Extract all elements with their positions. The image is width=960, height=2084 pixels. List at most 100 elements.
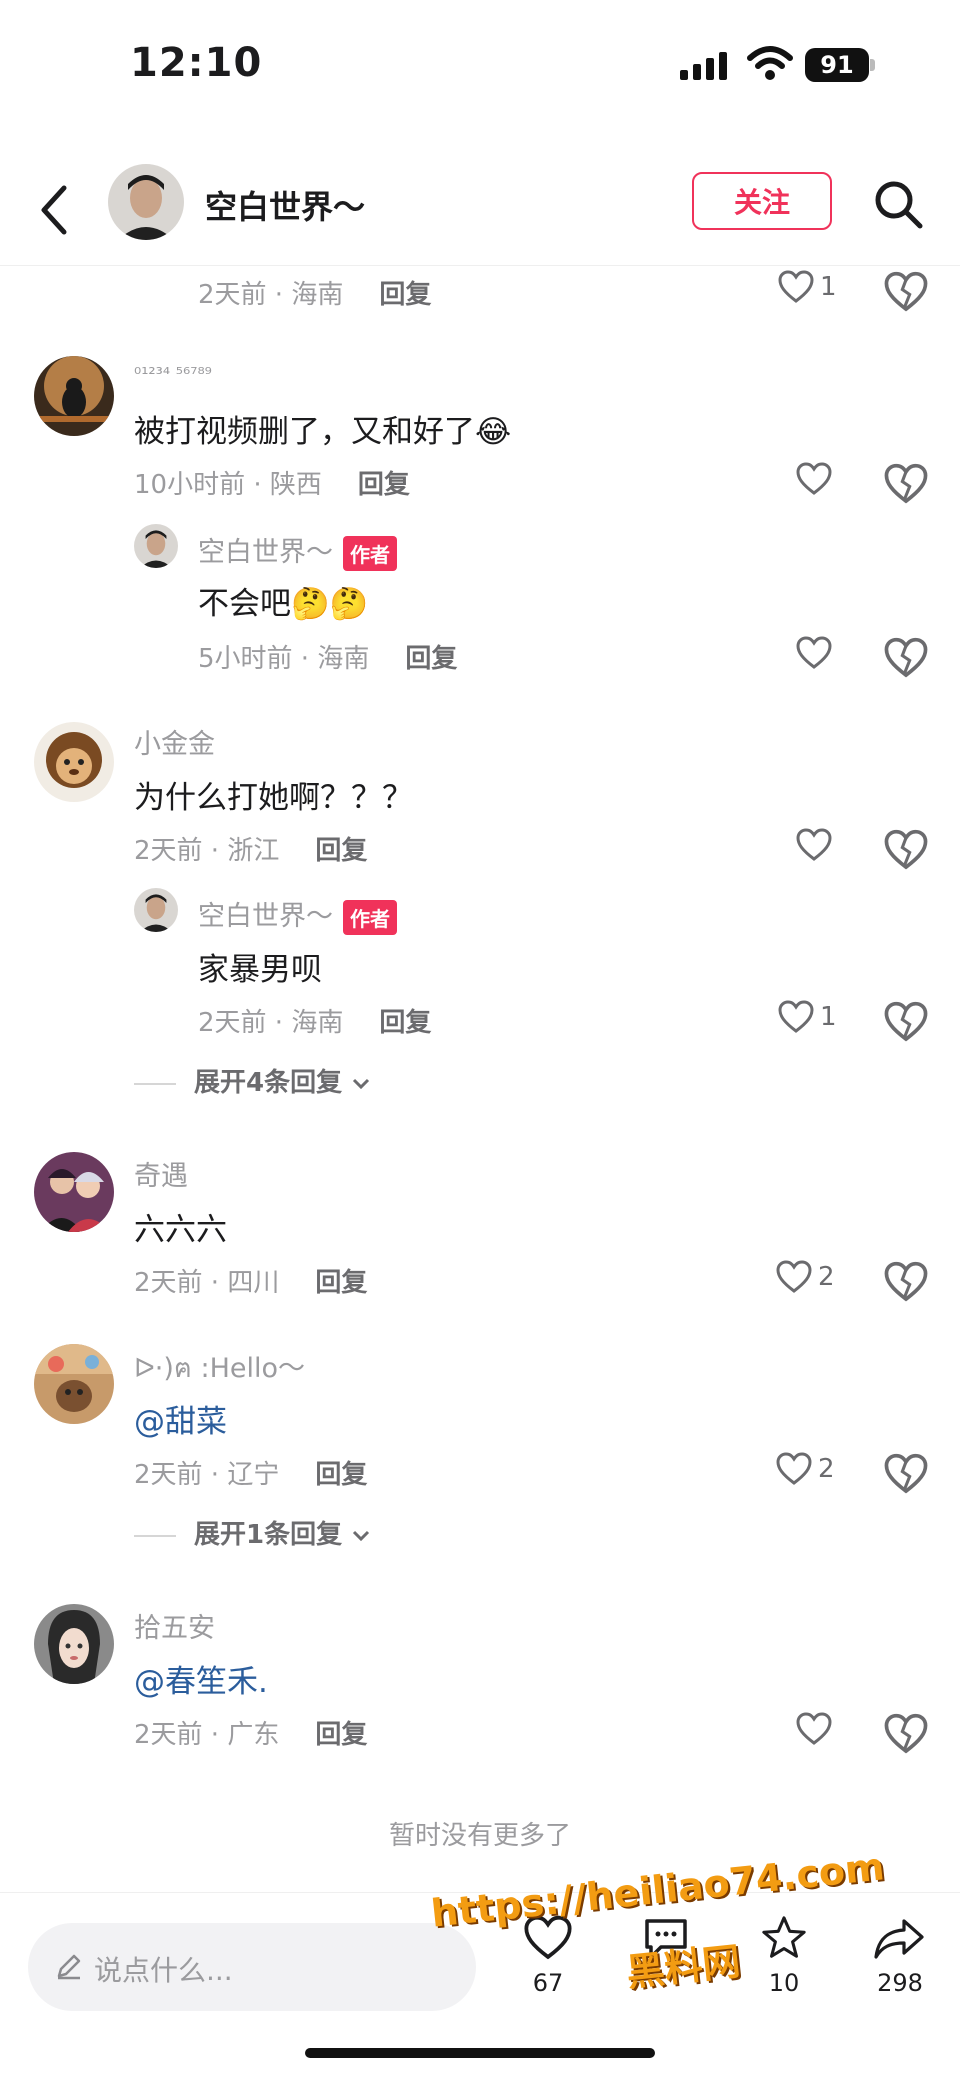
reply-username[interactable]: 空白世界～	[198, 901, 333, 932]
commenter-avatar[interactable]	[34, 1604, 114, 1684]
share-count: 298	[877, 1969, 923, 1997]
dislike-icon[interactable]	[884, 1000, 928, 1044]
like-button[interactable]: 2	[776, 1448, 856, 1492]
like-count: 67	[532, 1969, 564, 1997]
reply-avatar[interactable]	[134, 888, 178, 932]
like-button[interactable]: 1	[778, 266, 858, 310]
expand-label: 展开4条回复	[194, 1068, 343, 1098]
comment-username[interactable]: 小金金	[134, 722, 215, 761]
reply-text: 家暴男呗	[198, 952, 322, 988]
commenter-avatar[interactable]	[34, 1344, 114, 1424]
expand-replies-button[interactable]: 展开1条回复	[134, 1514, 371, 1551]
dislike-icon[interactable]	[884, 1260, 928, 1304]
search-icon[interactable]	[870, 176, 926, 232]
like-button[interactable]	[796, 824, 876, 868]
comment-input[interactable]: 说点什么...	[28, 1923, 476, 2011]
meta-time: 5小时前 · 海南	[198, 644, 370, 674]
heart-icon	[796, 636, 832, 669]
cellular-signal-icon	[680, 52, 727, 80]
favorite-count: 10	[768, 1969, 800, 1997]
status-bar: 12:10 91	[0, 0, 960, 130]
comment-meta: 2天前 · 广东 回复	[134, 1714, 367, 1751]
heart-icon	[778, 1000, 814, 1033]
reply-button[interactable]: 回复	[379, 280, 431, 310]
heart-icon	[776, 1260, 812, 1293]
meta-time: 10小时前 · 陕西	[134, 470, 322, 500]
follow-button[interactable]: 关注	[692, 172, 832, 230]
reply-button[interactable]: 回复	[315, 1460, 367, 1490]
share-action[interactable]: 298	[860, 1915, 940, 1997]
reply-username[interactable]: 空白世界～	[198, 537, 333, 568]
meta-time: 2天前 · 海南	[198, 280, 344, 310]
comment-meta: 2天前 · 浙江 回复	[134, 830, 367, 867]
nav-header: 空白世界～ 关注	[0, 150, 960, 266]
pencil-icon	[57, 1954, 81, 1980]
heart-icon	[778, 270, 814, 303]
dislike-icon[interactable]	[884, 1452, 928, 1496]
like-count: 2	[818, 1262, 835, 1292]
author-badge: 作者	[343, 536, 397, 571]
dislike-icon[interactable]	[884, 270, 928, 314]
battery-tip	[870, 59, 875, 71]
dislike-icon[interactable]	[884, 1712, 928, 1756]
author-avatar[interactable]	[108, 164, 184, 240]
wifi-icon	[747, 46, 793, 80]
reply-button[interactable]: 回复	[315, 836, 367, 866]
comment-username[interactable]: ᐅ·)ฅ :Hello～	[134, 1346, 305, 1389]
share-arrow-icon	[874, 1919, 924, 1959]
comment-meta: 10小时前 · 陕西 回复	[134, 464, 410, 501]
no-more-comments: 暂时没有更多了	[388, 1821, 571, 1851]
commenter-avatar[interactable]	[34, 356, 114, 436]
reply-button[interactable]: 回复	[358, 470, 410, 500]
like-count: 2	[818, 1454, 835, 1484]
reply-button[interactable]: 回复	[405, 644, 457, 674]
battery-indicator: 91	[805, 48, 869, 82]
like-action[interactable]: 67	[508, 1915, 588, 1997]
reply-button[interactable]: 回复	[315, 1268, 367, 1298]
dislike-icon[interactable]	[884, 636, 928, 680]
comment-mention[interactable]: @甜菜	[134, 1396, 227, 1441]
meta-time: 2天前 · 四川	[134, 1268, 280, 1298]
status-time: 12:10	[130, 40, 263, 86]
divider-line	[134, 1534, 176, 1537]
heart-icon	[796, 1712, 832, 1745]
comment-meta: 2天前 · 四川 回复	[134, 1262, 367, 1299]
back-arrow-icon[interactable]	[36, 180, 76, 240]
dislike-icon[interactable]	[884, 828, 928, 872]
meta-time: 2天前 · 海南	[198, 1008, 344, 1038]
dislike-icon[interactable]	[884, 462, 928, 506]
like-button[interactable]: 2	[776, 1256, 856, 1300]
reply-avatar[interactable]	[134, 524, 178, 568]
reply-text: 不会吧🤔🤔	[198, 586, 369, 622]
commenter-avatar[interactable]	[34, 722, 114, 802]
favorite-action[interactable]: 10	[744, 1915, 824, 1997]
reply-meta: 2天前 · 海南 回复	[198, 1002, 431, 1039]
heart-icon	[796, 828, 832, 861]
reply-username-row: 空白世界～ 作者	[198, 530, 397, 571]
heart-icon	[776, 1452, 812, 1485]
expand-label: 展开1条回复	[194, 1520, 343, 1550]
divider-line	[134, 1082, 176, 1085]
like-button[interactable]	[796, 632, 876, 676]
chevron-down-icon	[353, 1530, 370, 1542]
reply-button[interactable]: 回复	[379, 1008, 431, 1038]
home-indicator[interactable]	[305, 2048, 655, 2058]
chevron-down-icon	[353, 1078, 370, 1090]
comment-username[interactable]: 拾五安	[134, 1606, 215, 1645]
heart-icon	[796, 462, 832, 495]
input-placeholder: 说点什么...	[94, 1954, 233, 1987]
comment-meta: 2天前 · 辽宁 回复	[134, 1454, 367, 1491]
reply-username-row: 空白世界～ 作者	[198, 894, 397, 935]
comment-username[interactable]: 奇遇	[134, 1154, 188, 1193]
reply-button[interactable]: 回复	[315, 1720, 367, 1750]
like-button[interactable]: 1	[778, 996, 858, 1040]
meta-time: 2天前 · 浙江	[134, 836, 280, 866]
comment-username[interactable]: ₀₁₂₃₄ ₅₆₇₈₉	[134, 358, 212, 379]
comment-mention[interactable]: @春笙禾.	[134, 1656, 268, 1701]
expand-replies-button[interactable]: 展开4条回复	[134, 1062, 371, 1099]
reply-meta: 5小时前 · 海南 回复	[198, 638, 457, 675]
commenter-avatar[interactable]	[34, 1152, 114, 1232]
author-name[interactable]: 空白世界～	[205, 182, 365, 228]
like-button[interactable]	[796, 1708, 876, 1752]
like-button[interactable]	[796, 458, 876, 502]
